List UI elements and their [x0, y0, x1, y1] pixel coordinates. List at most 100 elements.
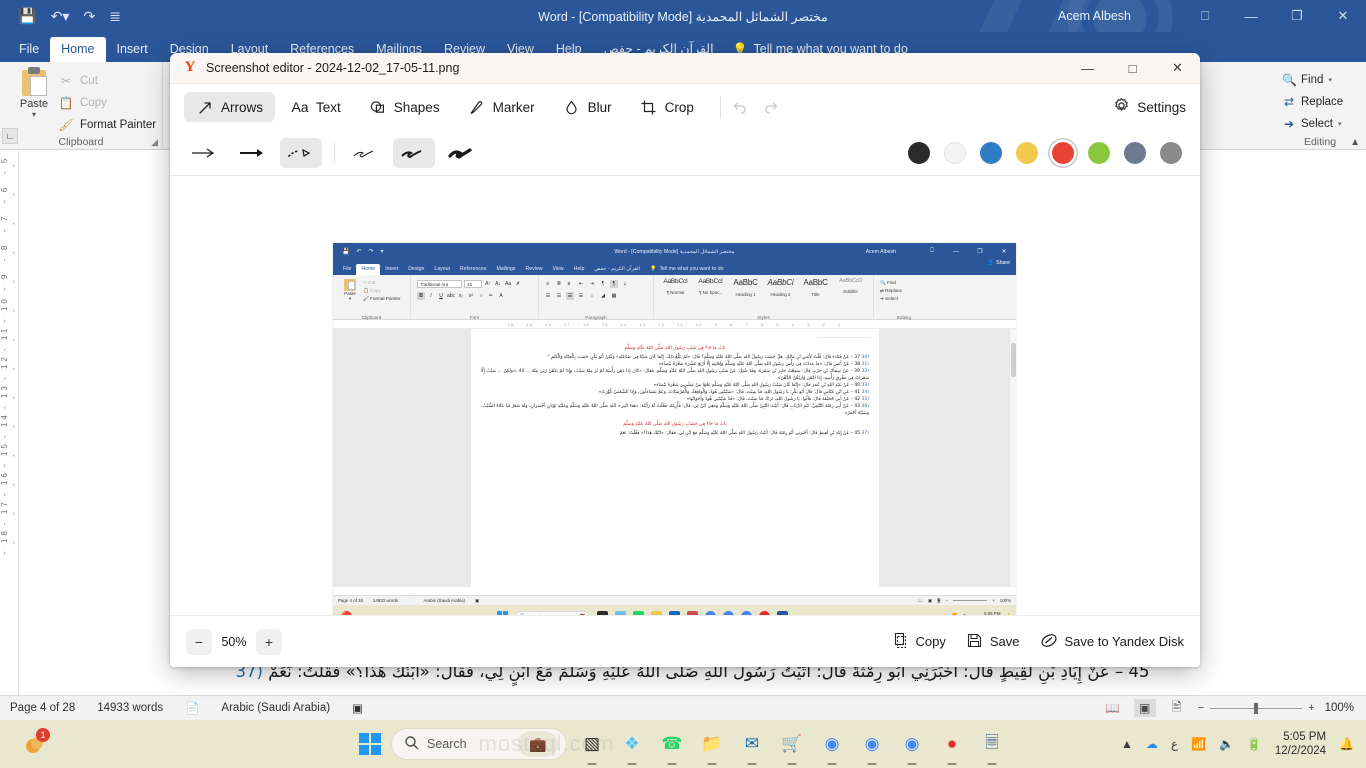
arrow-style-thin[interactable]: [184, 138, 226, 168]
tab-home[interactable]: Home: [50, 37, 106, 62]
tab-stop-selector[interactable]: ∟: [2, 128, 18, 144]
web-layout-icon[interactable]: 🖹: [1166, 699, 1188, 717]
opera-icon[interactable]: ●: [937, 729, 967, 765]
select-caret-icon[interactable]: ▾: [1338, 120, 1342, 128]
chrome-profile-a-icon[interactable]: ◉: [857, 729, 887, 765]
editor-tool-bar[interactable]: Arrows Aa Text Shapes Marker Blur Crop S…: [170, 84, 1200, 130]
tool-crop[interactable]: Crop: [628, 92, 706, 122]
start-button-icon[interactable]: [359, 733, 381, 755]
page-indicator[interactable]: Page 4 of 28: [10, 702, 75, 714]
undo-icon[interactable]: [731, 98, 749, 116]
editor-options-bar[interactable]: [170, 130, 1200, 176]
tool-shapes[interactable]: Shapes: [357, 92, 452, 122]
read-mode-icon[interactable]: 📖: [1102, 699, 1124, 717]
undo-redo-group[interactable]: [731, 98, 781, 116]
tab-insert[interactable]: Insert: [106, 37, 159, 62]
chrome-profile-b-icon[interactable]: ◉: [897, 729, 927, 765]
brush-style-thick[interactable]: [441, 138, 483, 168]
zoom-level-label[interactable]: 100%: [1325, 702, 1354, 714]
editor-window-controls[interactable]: — □ ✕: [1065, 53, 1200, 84]
window-controls[interactable]: ⎕ — ❐ ✕: [1182, 0, 1366, 32]
word-count[interactable]: 14933 words: [97, 702, 163, 714]
settings-button[interactable]: Settings: [1113, 97, 1186, 117]
language-indicator-icon[interactable]: ع: [1171, 737, 1178, 751]
taskbar-center[interactable]: Search 💼 ▧ ❖ ☎ 📁 ✉ 🛒 ◉ ◉ ◉ ● 🗏: [359, 728, 1007, 765]
outlook-icon[interactable]: ✉: [737, 729, 767, 765]
color-yellow[interactable]: [1012, 138, 1042, 168]
ribbon-display-options-icon[interactable]: ⎕: [1182, 0, 1228, 32]
wifi-icon[interactable]: 📶: [1191, 737, 1206, 751]
color-green[interactable]: [1084, 138, 1114, 168]
battery-icon[interactable]: 🔋: [1247, 737, 1262, 751]
zoom-track[interactable]: [1210, 702, 1303, 714]
onedrive-warning-icon[interactable]: ☁: [1146, 737, 1158, 751]
close-icon[interactable]: ✕: [1320, 0, 1366, 32]
tool-marker[interactable]: Marker: [456, 92, 547, 122]
brush-style-thin[interactable]: [345, 138, 387, 168]
print-layout-icon[interactable]: ▣: [1133, 699, 1156, 717]
color-slate[interactable]: [1120, 138, 1150, 168]
taskbar-left[interactable]: 1: [22, 728, 50, 757]
tool-arrows[interactable]: Arrows: [184, 92, 276, 122]
zoom-out-button[interactable]: −: [1198, 702, 1204, 714]
paste-dropdown-caret-icon[interactable]: ▾: [12, 110, 56, 119]
screenshot-image[interactable]: 💾 ↶ ↷ ▾ مختصر الشمائل المحمدية [Compatib…: [333, 243, 1016, 627]
zoom-slider[interactable]: − +: [1198, 702, 1315, 714]
save-button[interactable]: Save: [966, 632, 1020, 652]
arrow-style-bold[interactable]: [232, 138, 274, 168]
taskbar-clock[interactable]: 5:05 PM 12/2/2024: [1275, 730, 1326, 759]
whatsapp-icon[interactable]: ☎: [657, 729, 687, 765]
find-button[interactable]: 🔍 Find ▾: [1282, 69, 1343, 91]
editor-actions[interactable]: Copy Save Save to Yandex Disk: [892, 632, 1184, 652]
system-tray[interactable]: ▲ ☁ ع 📶 🔈 🔋 5:05 PM 12/2/2024 🔔: [1121, 730, 1354, 759]
find-caret-icon[interactable]: ▾: [1328, 76, 1332, 84]
tab-file[interactable]: File: [8, 37, 50, 62]
zoom-out-button[interactable]: −: [186, 628, 212, 655]
language-indicator[interactable]: Arabic (Saudi Arabia): [221, 702, 330, 714]
editor-canvas[interactable]: 💾 ↶ ↷ ▾ مختصر الشمائل المحمدية [Compatib…: [170, 177, 1200, 627]
editor-zoom-control[interactable]: − 50% +: [186, 628, 282, 655]
restore-icon[interactable]: ❐: [1274, 0, 1320, 32]
color-red[interactable]: [1048, 138, 1078, 168]
redo-icon[interactable]: [763, 98, 781, 116]
copy-button[interactable]: 📋 Copy: [58, 92, 156, 114]
bell-icon[interactable]: 🔔: [1339, 737, 1354, 751]
proofing-errors-icon[interactable]: 📄: [185, 701, 199, 715]
show-hidden-icons-icon[interactable]: ▲: [1121, 737, 1133, 751]
arrow-style-dotted[interactable]: [280, 137, 322, 168]
color-black[interactable]: [904, 138, 934, 168]
paste-button[interactable]: Paste ▾: [12, 67, 56, 119]
zoom-in-button[interactable]: +: [256, 628, 282, 655]
notification-app-icon[interactable]: 1: [22, 728, 50, 757]
replace-button[interactable]: ⇄ Replace: [1282, 91, 1343, 113]
editor-maximize-icon[interactable]: □: [1110, 53, 1155, 84]
cut-button[interactable]: ✂ Cut: [58, 70, 156, 92]
clipboard-dialog-launcher-icon[interactable]: ◢: [151, 137, 158, 148]
zoom-in-button[interactable]: +: [1308, 702, 1314, 714]
minimize-icon[interactable]: —: [1228, 0, 1274, 32]
color-gray[interactable]: [1156, 138, 1186, 168]
windows-taskbar[interactable]: mostaql.com 1 Search 💼 ▧ ❖ ☎ 📁 ✉ 🛒 ◉ ◉ ◉…: [0, 720, 1366, 768]
brush-style-medium[interactable]: [393, 137, 435, 168]
collapse-ribbon-icon[interactable]: ▲: [1350, 137, 1360, 148]
volume-icon[interactable]: 🔈: [1219, 737, 1234, 751]
editor-minimize-icon[interactable]: —: [1065, 53, 1110, 84]
copy-button[interactable]: Copy: [892, 632, 946, 652]
editor-close-icon[interactable]: ✕: [1155, 53, 1200, 84]
zoom-thumb[interactable]: [1254, 702, 1259, 714]
folder-icon[interactable]: 📁: [697, 729, 727, 765]
macro-record-icon[interactable]: ▣: [352, 701, 363, 715]
word-icon[interactable]: 🗏: [977, 729, 1007, 765]
photos-icon[interactable]: ❖: [617, 729, 647, 765]
tool-blur[interactable]: Blur: [551, 92, 624, 122]
format-painter-button[interactable]: 🖌 Format Painter: [58, 114, 156, 136]
tool-text[interactable]: Aa Text: [279, 92, 353, 122]
file-explorer-icon[interactable]: ▧: [577, 729, 607, 765]
chrome-icon[interactable]: ◉: [817, 729, 847, 765]
store-icon[interactable]: 🛒: [777, 729, 807, 765]
color-swatches[interactable]: [904, 138, 1186, 168]
select-button[interactable]: ➔ Select ▾: [1282, 113, 1343, 135]
color-white[interactable]: [940, 138, 970, 168]
color-blue[interactable]: [976, 138, 1006, 168]
save-to-yandex-disk-button[interactable]: Save to Yandex Disk: [1040, 632, 1184, 652]
